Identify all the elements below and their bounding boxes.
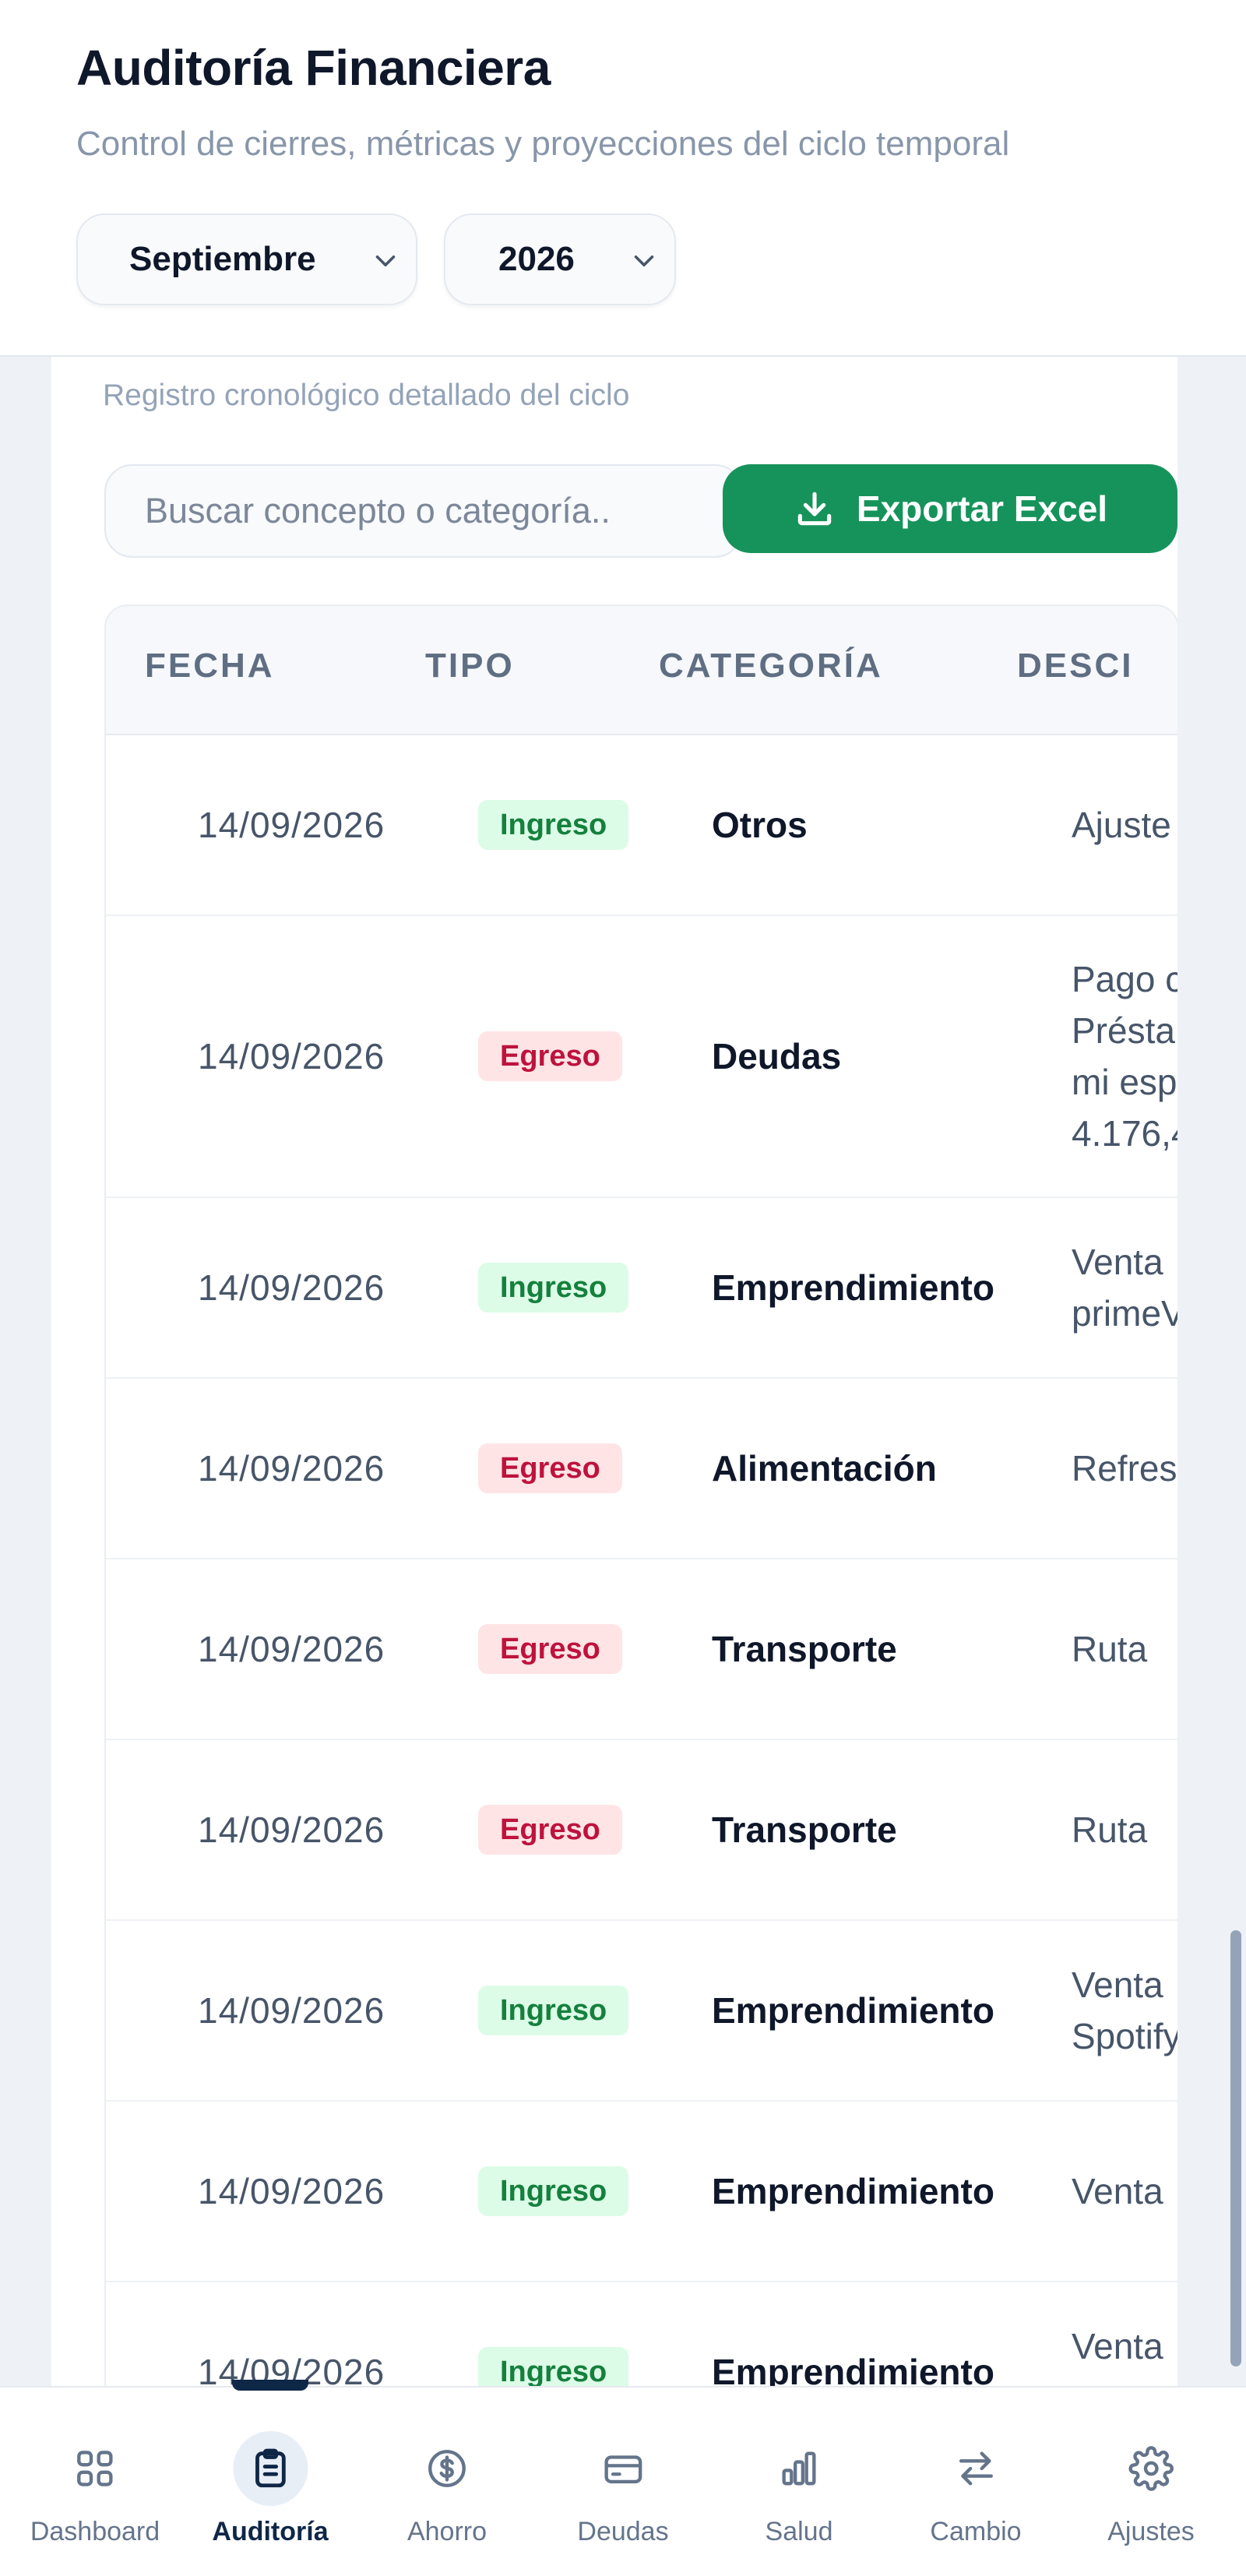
- nav-label-cambio: Cambio: [930, 2517, 1022, 2546]
- row-description: Pago c Présta mi esp 4.176,4: [1072, 959, 1177, 1154]
- row-description: Venta otros: [1072, 2326, 1163, 2390]
- type-badge: Ingreso: [478, 2166, 629, 2216]
- row-description: Venta: [1072, 2171, 1163, 2211]
- credit-card-icon: [604, 2455, 642, 2484]
- swap-arrows-icon: [959, 2451, 993, 2486]
- nav-item-dashboard[interactable]: Dashboard: [30, 2387, 160, 2576]
- nav-label-auditoria: Auditoría: [212, 2517, 329, 2546]
- chevron-down-icon: [375, 255, 396, 266]
- column-header-type[interactable]: TIPO: [425, 647, 515, 685]
- nav-item-deudas[interactable]: Deudas: [577, 2387, 669, 2576]
- row-category: Deudas: [712, 1036, 842, 1077]
- chevron-down-icon: [634, 255, 654, 266]
- row-date: 14/09/2026: [198, 1629, 385, 1669]
- month-select-value: Septiembre: [129, 240, 316, 278]
- row-category: Transporte: [712, 1810, 897, 1850]
- page-title: Auditoría Financiera: [76, 40, 551, 96]
- type-badge: Egreso: [478, 1805, 622, 1855]
- row-category: Transporte: [712, 1629, 897, 1669]
- transactions-card: Registro cronológico detallado del ciclo…: [51, 357, 1177, 2390]
- row-date: 14/09/2026: [198, 1448, 385, 1489]
- page-header: Auditoría Financiera Control de cierres,…: [0, 0, 1246, 357]
- active-tab-indicator: [232, 2380, 308, 2391]
- grid-icon: [77, 2451, 113, 2486]
- nav-label-deudas: Deudas: [577, 2517, 669, 2546]
- scrollbar-thumb[interactable]: [1230, 1930, 1241, 2366]
- nav-item-ajustes[interactable]: Ajustes: [1107, 2387, 1195, 2576]
- row-description: Venta Spotify: [1072, 1965, 1177, 2056]
- export-excel-button[interactable]: Exportar Excel: [723, 464, 1177, 553]
- transactions-table: FECHA TIPO CATEGORÍA DESCI 14/09/2026 Ing…: [104, 604, 1177, 2390]
- type-badge: Egreso: [478, 1031, 622, 1081]
- gear-icon: [1128, 2446, 1174, 2491]
- row-description: Ruta: [1072, 1629, 1148, 1669]
- row-category: Emprendimiento: [712, 2171, 994, 2211]
- table-row[interactable]: 14/09/2026 Ingreso Emprendimiento Venta pri…: [106, 1198, 1177, 1379]
- row-description: Ajuste: [1072, 805, 1171, 845]
- nav-item-ahorro[interactable]: Ahorro: [407, 2387, 487, 2576]
- dollar-circle-icon: [428, 2450, 466, 2487]
- search-input[interactable]: [104, 464, 743, 558]
- row-category: Emprendimiento: [712, 1990, 994, 2031]
- table-row[interactable]: 14/09/2026 Egreso Alimentación Refres: [106, 1379, 1177, 1559]
- type-badge: Ingreso: [478, 2347, 629, 2390]
- nav-item-cambio[interactable]: Cambio: [930, 2387, 1022, 2576]
- clipboard-icon: [255, 2448, 286, 2488]
- type-badge: Egreso: [478, 1624, 622, 1674]
- card-caption: Registro cronológico detallado del ciclo: [103, 379, 630, 412]
- column-header-date[interactable]: FECHA: [145, 647, 275, 685]
- nav-label-salud: Salud: [765, 2517, 833, 2546]
- row-date: 14/09/2026: [198, 805, 385, 845]
- bottom-navigation: Dashboard Auditoría Ahorro Deudas Salud …: [0, 2386, 1246, 2576]
- row-description: Venta primeV: [1072, 1242, 1177, 1334]
- table-row[interactable]: 14/09/2026 Egreso Transporte Ruta: [106, 1740, 1177, 1921]
- year-select-value: 2026: [498, 240, 575, 278]
- table-row[interactable]: 14/09/2026 Egreso Transporte Ruta: [106, 1559, 1177, 1740]
- row-category: Emprendimiento: [712, 1267, 994, 1308]
- month-select[interactable]: Septiembre: [76, 213, 417, 305]
- type-badge: Ingreso: [478, 800, 629, 850]
- row-date: 14/09/2026: [198, 1990, 385, 2031]
- row-date: 14/09/2026: [198, 1036, 385, 1077]
- column-header-category[interactable]: CATEGORÍA: [659, 647, 883, 685]
- table-row[interactable]: 14/09/2026IngresoEmprendimientoVenta otr…: [106, 2282, 1177, 2390]
- row-category: Alimentación: [712, 1448, 937, 1489]
- column-header-description[interactable]: DESCI: [1017, 647, 1133, 685]
- row-date: 14/09/2026: [198, 1810, 385, 1850]
- row-description: Refres: [1072, 1448, 1177, 1489]
- page-subtitle: Control de cierres, métricas y proyeccio…: [76, 125, 1010, 163]
- type-badge: Ingreso: [478, 1263, 629, 1313]
- nav-label-ajustes: Ajustes: [1107, 2517, 1195, 2546]
- bar-chart-icon: [782, 2451, 816, 2486]
- row-category: Otros: [712, 805, 808, 845]
- table-row[interactable]: 14/09/2026 Ingreso Emprendimiento Venta Spo…: [106, 1921, 1177, 2102]
- type-badge: Ingreso: [478, 1986, 629, 2035]
- row-date: 14/09/2026: [198, 2171, 385, 2211]
- row-description: Ruta: [1072, 1810, 1148, 1850]
- table-row[interactable]: 14/09/2026 Ingreso Otros Ajuste: [106, 735, 1177, 916]
- nav-label-dashboard: Dashboard: [30, 2517, 160, 2546]
- type-badge: Egreso: [478, 1443, 622, 1493]
- nav-label-ahorro: Ahorro: [407, 2517, 487, 2546]
- row-date: 14/09/2026: [198, 1267, 385, 1308]
- table-header: FECHA TIPO CATEGORÍA DESCI: [106, 606, 1177, 735]
- table-row[interactable]: 14/09/2026 Ingreso Emprendimiento Venta: [106, 2102, 1177, 2282]
- table-row[interactable]: 14/09/2026 Egreso Deudas Pago c Présta mi e…: [106, 916, 1177, 1198]
- row-category: Emprendimiento: [712, 2352, 994, 2390]
- nav-item-salud[interactable]: Salud: [762, 2387, 836, 2576]
- export-button-label: Exportar Excel: [856, 488, 1108, 529]
- download-icon: [797, 492, 832, 526]
- nav-item-auditoria[interactable]: Auditoría: [212, 2387, 329, 2576]
- year-select[interactable]: 2026: [444, 213, 676, 305]
